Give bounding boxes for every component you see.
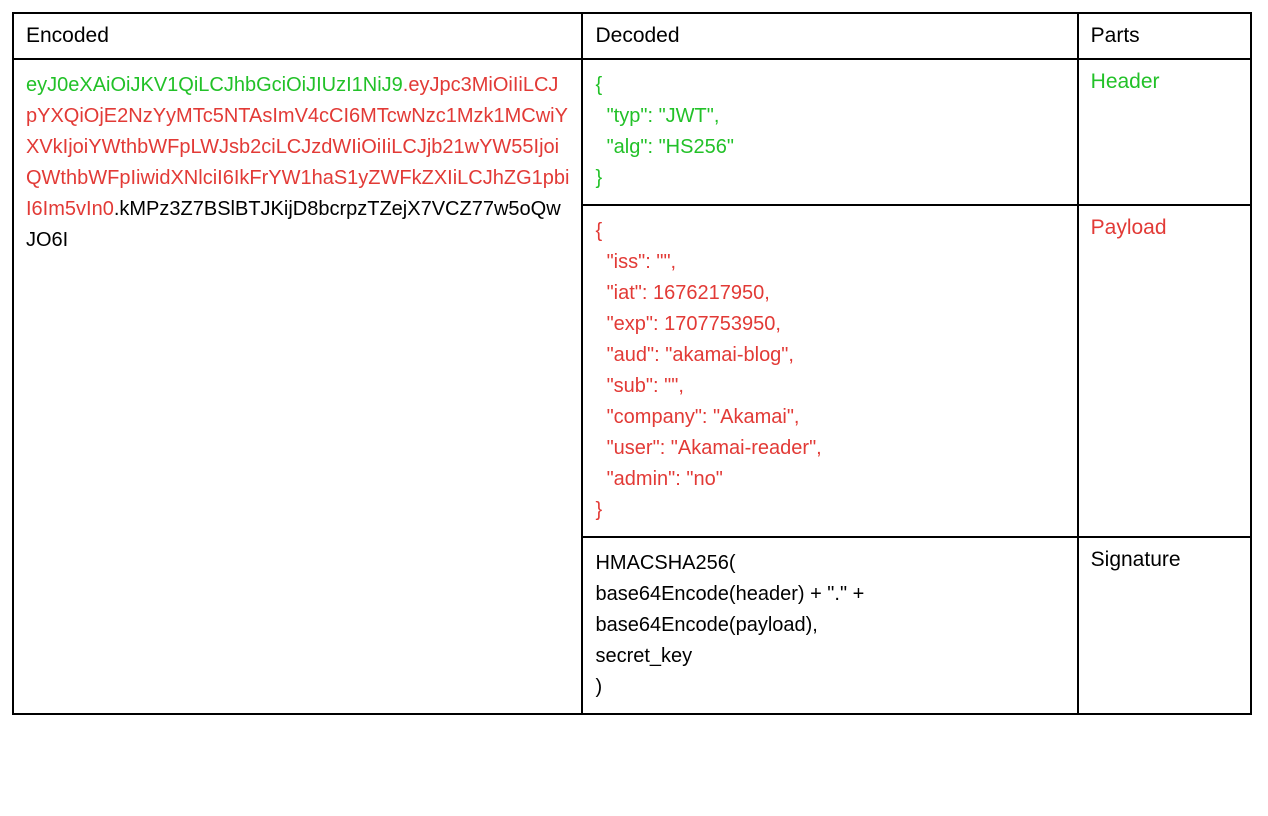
jwt-table: Encoded Decoded Parts eyJ0eXAiOiJKV1QiLC… [12, 12, 1252, 715]
decoded-header: { "typ": "JWT", "alg": "HS256" } [595, 70, 1064, 194]
parts-header-cell: Header [1078, 59, 1251, 205]
row-header: eyJ0eXAiOiJKV1QiLCJhbGciOiJIUzI1NiJ9.eyJ… [13, 59, 1251, 205]
col-header-encoded: Encoded [13, 13, 582, 59]
decoded-header-cell: { "typ": "JWT", "alg": "HS256" } [582, 59, 1077, 205]
decoded-payload: { "iss": "", "iat": 1676217950, "exp": 1… [595, 216, 1064, 526]
parts-signature-label: Signature [1091, 548, 1181, 571]
decoded-signature-cell: HMACSHA256( base64Encode(header) + "." +… [582, 537, 1077, 714]
encoded-token: eyJ0eXAiOiJKV1QiLCJhbGciOiJIUzI1NiJ9.eyJ… [26, 70, 569, 256]
table-header-row: Encoded Decoded Parts [13, 13, 1251, 59]
decoded-signature: HMACSHA256( base64Encode(header) + "." +… [595, 548, 1064, 703]
col-header-decoded: Decoded [582, 13, 1077, 59]
col-header-parts: Parts [1078, 13, 1251, 59]
encoded-header: eyJ0eXAiOiJKV1QiLCJhbGciOiJIUzI1NiJ9 [26, 74, 403, 96]
decoded-payload-cell: { "iss": "", "iat": 1676217950, "exp": 1… [582, 205, 1077, 537]
parts-header-label: Header [1091, 70, 1160, 93]
encoded-cell: eyJ0eXAiOiJKV1QiLCJhbGciOiJIUzI1NiJ9.eyJ… [13, 59, 582, 714]
parts-signature-cell: Signature [1078, 537, 1251, 714]
parts-payload-label: Payload [1091, 216, 1167, 239]
parts-payload-cell: Payload [1078, 205, 1251, 537]
